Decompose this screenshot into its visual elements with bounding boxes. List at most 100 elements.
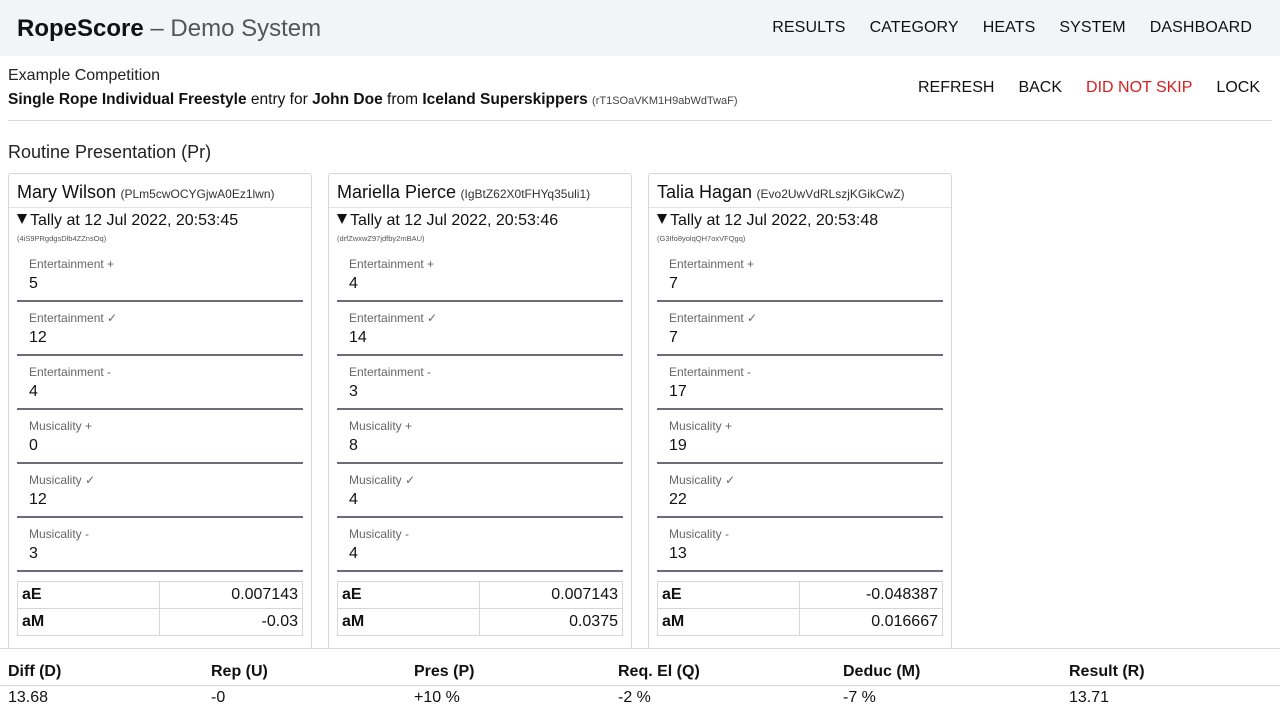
score-field-value: 13: [669, 545, 687, 562]
did-not-skip-button[interactable]: DID NOT SKIP: [1086, 79, 1192, 97]
category-name: Single Rope Individual Freestyle: [8, 91, 247, 108]
header-divider: [8, 120, 1272, 121]
score-field-label: Musicality -: [349, 527, 410, 541]
score-field[interactable]: Musicality ✓ 22: [657, 464, 943, 518]
score-field-value: 3: [349, 383, 358, 400]
score-field[interactable]: Entertainment - 3: [337, 356, 623, 410]
score-field[interactable]: Musicality + 19: [657, 410, 943, 464]
score-field[interactable]: Musicality ✓ 12: [17, 464, 303, 518]
tally-id: (drfZwxwZ97jdfby2mBAU): [337, 234, 425, 243]
entry-description: Single Rope Individual Freestyle entry f…: [8, 91, 738, 109]
judge-card: Talia Hagan (Evo2UwVdRLszjKGikCwZ) Tally…: [648, 173, 952, 653]
summary-value: -7 %: [843, 689, 876, 706]
score-field-label: Musicality +: [669, 419, 733, 433]
score-field[interactable]: Entertainment + 7: [657, 248, 943, 302]
table-row: aE -0.048387: [657, 581, 943, 609]
score-field[interactable]: Musicality - 4: [337, 518, 623, 572]
tally-id: (4iS9PRgdgsDlb4ZZnsOq): [17, 234, 107, 243]
tally-timestamp: Tally at 12 Jul 2022, 20:53:46: [350, 212, 559, 229]
score-field[interactable]: Musicality + 0: [17, 410, 303, 464]
summary-value: 13.71: [1069, 689, 1110, 706]
score-field-value: 4: [349, 275, 358, 292]
score-field-label: Entertainment ✓: [349, 311, 438, 325]
lock-button[interactable]: LOCK: [1216, 79, 1260, 97]
score-field-label: Musicality -: [29, 527, 90, 541]
score-field[interactable]: Entertainment ✓ 7: [657, 302, 943, 356]
result-key: aM: [337, 608, 480, 636]
result-key: aE: [657, 581, 800, 609]
score-field-value: 12: [29, 329, 47, 346]
result-value: -0.03: [159, 608, 303, 636]
judge-id: (Evo2UwVdRLszjKGikCwZ): [756, 187, 905, 201]
score-field[interactable]: Musicality - 3: [17, 518, 303, 572]
score-field[interactable]: Entertainment + 5: [17, 248, 303, 302]
summary-label: Rep (U): [211, 663, 268, 680]
tally-toggle[interactable]: Tally at 12 Jul 2022, 20:53:48: [649, 208, 951, 230]
score-field-label: Musicality ✓: [349, 473, 416, 487]
score-field-label: Musicality -: [669, 527, 730, 541]
score-field-value: 7: [669, 275, 678, 292]
refresh-button[interactable]: REFRESH: [918, 79, 994, 97]
score-field-value: 3: [29, 545, 38, 562]
score-field[interactable]: Entertainment - 17: [657, 356, 943, 410]
result-key: aE: [337, 581, 480, 609]
judge-name: Talia Hagan: [657, 182, 753, 202]
score-field[interactable]: Entertainment - 4: [17, 356, 303, 410]
score-field-value: 4: [349, 545, 358, 562]
caret-down-icon: [337, 214, 347, 224]
nav-links: RESULTS CATEGORY HEATS SYSTEM DASHBOARD: [772, 18, 1252, 38]
judge-id: (PLm5cwOCYGjwA0Ez1lwn): [120, 187, 275, 201]
score-field-label: Entertainment ✓: [669, 311, 758, 325]
summary-label: Diff (D): [8, 663, 62, 680]
brand[interactable]: RopeScore – Demo System: [17, 14, 321, 44]
score-field-label: Entertainment +: [669, 257, 755, 271]
tally-toggle[interactable]: Tally at 12 Jul 2022, 20:53:45: [9, 208, 311, 230]
summary-value: +10 %: [414, 689, 460, 706]
nav-link-dashboard[interactable]: DASHBOARD: [1150, 18, 1252, 38]
from-text: from: [387, 91, 419, 108]
tally-timestamp: Tally at 12 Jul 2022, 20:53:48: [670, 212, 879, 229]
score-field[interactable]: Musicality + 8: [337, 410, 623, 464]
tally-id: (G3Ifo8yolqQH7oxVFQgq): [657, 234, 746, 243]
score-field-label: Entertainment -: [669, 365, 752, 379]
brand-name: RopeScore: [17, 15, 144, 42]
result-value: 0.007143: [479, 581, 623, 609]
score-field[interactable]: Musicality ✓ 4: [337, 464, 623, 518]
nav-link-system[interactable]: SYSTEM: [1059, 18, 1125, 38]
judge-name: Mariella Pierce: [337, 182, 457, 202]
nav-link-results[interactable]: RESULTS: [772, 18, 845, 38]
summary-divider: [0, 685, 1280, 686]
judge-result-table: aE -0.048387 aM 0.016667: [657, 581, 943, 636]
judge-card: Mary Wilson (PLm5cwOCYGjwA0Ez1lwn) Tally…: [8, 173, 312, 653]
score-field-value: 19: [669, 437, 687, 454]
back-button[interactable]: BACK: [1018, 79, 1062, 97]
competition-name: Example Competition: [8, 67, 161, 84]
summary-value: -2 %: [618, 689, 651, 706]
tally-toggle[interactable]: Tally at 12 Jul 2022, 20:53:46: [329, 208, 631, 230]
score-field-value: 4: [29, 383, 38, 400]
judge-result-table: aE 0.007143 aM -0.03: [17, 581, 303, 636]
tally-timestamp: Tally at 12 Jul 2022, 20:53:45: [30, 212, 239, 229]
result-key: aE: [17, 581, 160, 609]
table-row: aE 0.007143: [337, 581, 623, 609]
score-field-value: 8: [349, 437, 358, 454]
score-field[interactable]: Entertainment ✓ 12: [17, 302, 303, 356]
entry-for-text: entry for: [250, 91, 308, 108]
team-name: Iceland Superskippers: [422, 91, 588, 108]
section-title: Routine Presentation (Pr): [8, 142, 212, 162]
score-field[interactable]: Entertainment ✓ 14: [337, 302, 623, 356]
caret-down-icon: [17, 214, 27, 224]
brand-separator: –: [150, 15, 164, 42]
score-field[interactable]: Entertainment + 4: [337, 248, 623, 302]
entry-id: (rT1SOaVKM1H9abWdTwaF): [592, 95, 738, 107]
result-key: aM: [657, 608, 800, 636]
tally-fields: Entertainment + 5 Entertainment ✓ 12 Ent…: [9, 248, 311, 572]
nav-link-category[interactable]: CATEGORY: [870, 18, 959, 38]
result-value: 0.016667: [799, 608, 943, 636]
nav-link-heats[interactable]: HEATS: [983, 18, 1036, 38]
score-field-label: Musicality +: [349, 419, 413, 433]
score-field[interactable]: Musicality - 13: [657, 518, 943, 572]
score-field-label: Musicality ✓: [669, 473, 736, 487]
table-row: aM -0.03: [17, 608, 303, 636]
result-value: -0.048387: [799, 581, 943, 609]
